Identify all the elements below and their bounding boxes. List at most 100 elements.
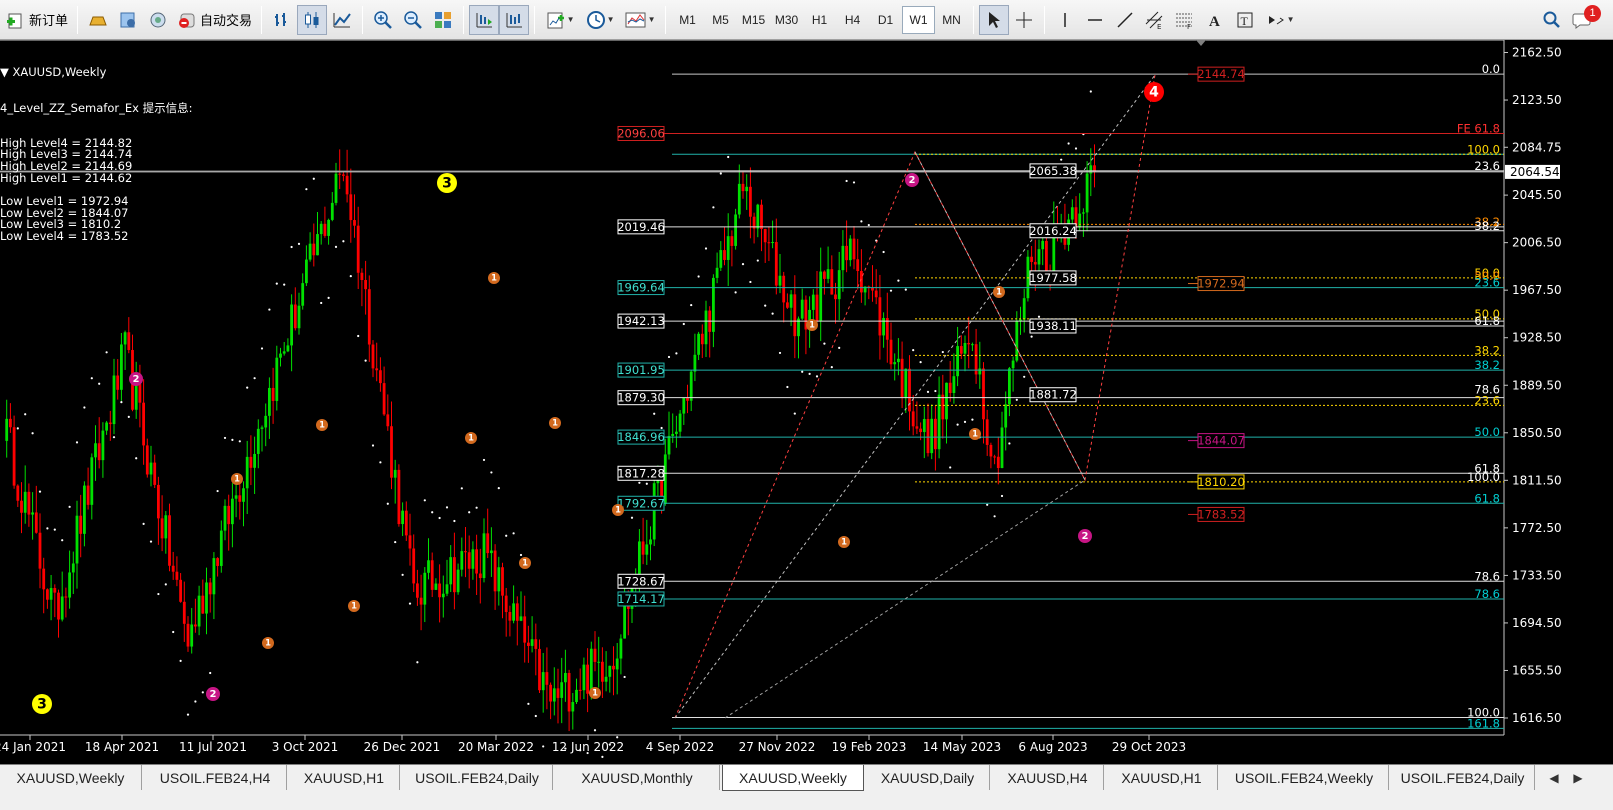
candle-body xyxy=(149,462,153,475)
chart-tab[interactable]: XAUUSD,Daily xyxy=(866,765,990,790)
chart-tab[interactable]: USOIL.FEB24,Weekly xyxy=(1220,765,1389,790)
candle-body xyxy=(538,648,541,691)
candle-body xyxy=(675,431,678,434)
chart-tab[interactable]: XAUUSD,Monthly xyxy=(555,765,720,790)
crosshair-icon[interactable] xyxy=(1009,5,1039,35)
sar-dot xyxy=(357,334,360,338)
candle-body xyxy=(800,299,804,319)
timeframe-m5-button[interactable]: M5 xyxy=(704,6,737,34)
candle-body xyxy=(989,444,993,457)
fibonacci-icon[interactable]: F xyxy=(1170,5,1200,35)
candle-body xyxy=(837,270,841,300)
sar-dot xyxy=(112,436,116,439)
candle-body xyxy=(297,305,301,329)
candle-body xyxy=(512,603,515,621)
collapse-arrow-icon[interactable]: ▼ xyxy=(0,65,13,79)
chart-tab[interactable]: USOIL.FEB24,Daily xyxy=(402,765,553,790)
sar-dot xyxy=(505,534,508,537)
candle-body xyxy=(293,304,297,329)
sar-dot xyxy=(223,436,227,440)
chart-tab[interactable]: XAUUSD,Weekly xyxy=(722,765,864,791)
candle-body xyxy=(971,344,974,346)
candle-body xyxy=(956,346,959,377)
semafor-marker: 1 xyxy=(519,557,531,569)
timeframe-m15-button[interactable]: M15 xyxy=(737,6,770,34)
chart-tab[interactable]: XAUUSD,Weekly xyxy=(0,765,142,790)
new-order-button[interactable]: 新订单 xyxy=(2,5,72,35)
candle-body xyxy=(408,535,412,549)
candle-body xyxy=(615,658,619,670)
sar-dot xyxy=(786,385,789,389)
timeframe-m30-button[interactable]: M30 xyxy=(770,6,803,34)
tile-windows-icon[interactable] xyxy=(428,5,458,35)
tab-scroll-right-icon[interactable]: ▶ xyxy=(1566,765,1590,790)
text-icon[interactable]: A xyxy=(1200,5,1230,35)
semafor-marker-label: 3 xyxy=(37,697,47,713)
candle-body xyxy=(1085,173,1089,213)
price-chart[interactable]: 2162.50 2123.50 2084.75 2045.50 2006.50 1967.… xyxy=(0,40,1613,764)
candle-body xyxy=(1037,249,1041,265)
candle-body xyxy=(212,558,216,595)
candle-body xyxy=(756,204,760,229)
chart-window[interactable]: 2162.50 2123.50 2084.75 2045.50 2006.50 1967.… xyxy=(0,40,1613,764)
candle-body xyxy=(1070,207,1074,220)
chart-shift-icon[interactable] xyxy=(469,4,500,35)
chat-icon[interactable]: 1 xyxy=(1567,4,1601,35)
line-chart-icon[interactable] xyxy=(327,5,357,35)
candle-body xyxy=(364,280,367,290)
trendline-icon[interactable] xyxy=(1110,5,1140,35)
indicators-icon[interactable]: ▼ xyxy=(540,5,580,35)
chart-tab[interactable]: USOIL.FEB24,Daily xyxy=(1391,765,1535,790)
arrows-icon[interactable]: ▼ xyxy=(1260,5,1300,35)
periods-icon[interactable]: ▼ xyxy=(580,5,620,35)
price-level-label: 1942.13 xyxy=(617,313,665,329)
candlestick-icon[interactable] xyxy=(297,4,328,35)
bar-chart-icon[interactable] xyxy=(267,5,297,35)
sar-dot xyxy=(830,366,833,369)
templates-icon[interactable]: ▼ xyxy=(620,5,660,35)
chart-tab[interactable]: USOIL.FEB24,H4 xyxy=(144,765,287,790)
sar-dot xyxy=(445,506,449,509)
timeframe-m1-button[interactable]: M1 xyxy=(671,6,704,34)
chart-tab[interactable]: XAUUSD,H1 xyxy=(1106,765,1218,790)
timeframe-d1-button[interactable]: D1 xyxy=(869,6,902,34)
chart-tab[interactable]: XAUUSD,H1 xyxy=(289,765,400,790)
text-label-icon[interactable]: T xyxy=(1230,5,1260,35)
navigator-icon[interactable] xyxy=(143,5,173,35)
sar-dot xyxy=(926,390,930,393)
sar-dot xyxy=(889,289,893,292)
sar-dot xyxy=(16,427,19,430)
vertical-line-icon[interactable] xyxy=(1050,5,1080,35)
chart-shift-marker-icon[interactable] xyxy=(1196,40,1206,46)
price-level-text: 1879.30 xyxy=(617,391,665,405)
sar-dot xyxy=(260,347,264,350)
zoom-out-icon[interactable] xyxy=(398,5,428,35)
candle-body xyxy=(90,457,94,505)
candle-body xyxy=(712,277,715,332)
market-watch-icon[interactable] xyxy=(113,5,143,35)
equidistant-channel-icon[interactable]: E xyxy=(1140,5,1170,35)
chart-tab[interactable]: XAUUSD,H4 xyxy=(992,765,1104,790)
candle-body xyxy=(441,593,445,598)
horizontal-line-icon[interactable] xyxy=(1080,5,1110,35)
y-tick-label: 1733.50 xyxy=(1512,568,1562,582)
cursor-icon[interactable] xyxy=(979,4,1010,35)
candle-body xyxy=(586,664,589,694)
fib-level-label: 38.2 xyxy=(1474,358,1500,372)
fib-level-label: 23.6 xyxy=(1474,276,1500,290)
candle-body xyxy=(249,456,253,468)
tab-scroll-left-icon[interactable]: ◀ xyxy=(1542,765,1566,790)
sar-dot xyxy=(394,540,397,544)
timeframe-mn-button[interactable]: MN xyxy=(935,6,968,34)
semafor-level-label: 1783.52 xyxy=(1188,506,1245,522)
toolbar-separator xyxy=(534,5,536,34)
auto-trading-button[interactable]: 自动交易 xyxy=(173,5,256,35)
timeframe-h1-button[interactable]: H1 xyxy=(803,6,836,34)
autoscroll-icon[interactable] xyxy=(499,4,530,35)
zoom-in-icon[interactable] xyxy=(368,5,398,35)
timeframe-w1-button[interactable]: W1 xyxy=(902,5,936,34)
search-icon[interactable] xyxy=(1537,5,1567,35)
timeframe-h4-button[interactable]: H4 xyxy=(836,6,869,34)
gold-bar-icon[interactable] xyxy=(83,5,113,35)
candle-body xyxy=(464,551,467,553)
